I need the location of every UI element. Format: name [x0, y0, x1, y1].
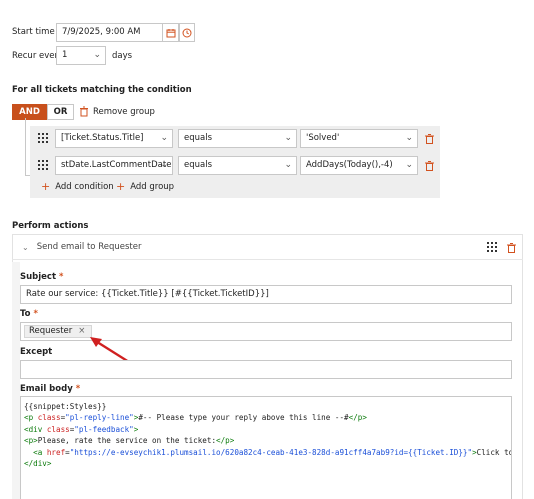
condition-value: AddDays(Today(),-4)	[306, 160, 393, 170]
start-time-input[interactable]: 7/9/2025, 9:00 AM	[56, 23, 163, 42]
to-label: To *	[20, 309, 38, 319]
recur-interval-select[interactable]: 1 ⌄	[56, 46, 106, 65]
email-body-label-text: Email body	[20, 384, 73, 394]
condition-value: 'Solved'	[306, 133, 340, 143]
remove-group-button[interactable]: Remove group	[79, 106, 155, 117]
code-line: <p class="pl-reply-line">#-- Please type…	[24, 413, 367, 423]
chevron-down-icon: ⌄	[93, 50, 101, 60]
chevron-down-icon: ⌄	[405, 133, 413, 143]
required-mark: *	[59, 272, 64, 282]
drag-handle-icon[interactable]	[487, 242, 497, 252]
required-mark: *	[75, 384, 81, 394]
code-line: {{snippet:Styles}}	[24, 402, 107, 411]
condition-operator-select[interactable]: equals ⌄	[178, 156, 297, 175]
action-collapse-toggle[interactable]: ⌄ Send email to Requester	[22, 242, 141, 252]
chevron-down-icon: ⌄	[284, 133, 292, 143]
except-label: Except	[20, 347, 53, 357]
recipient-chip[interactable]: Requester ×	[24, 325, 93, 338]
action-title: Send email to Requester	[36, 242, 142, 252]
remove-group-label: Remove group	[93, 106, 155, 117]
condition-field-select[interactable]: stDate.LastCommentDate] ⌄	[55, 156, 173, 175]
group-connector	[25, 118, 26, 175]
add-group-label: Add group	[130, 182, 175, 192]
chevron-down-icon: ⌄	[160, 133, 168, 143]
to-label-text: To	[20, 309, 31, 319]
subject-label-text: Subject	[20, 272, 57, 282]
except-input[interactable]	[20, 360, 512, 379]
code-line: <p>Please, rate the service on the ticke…	[24, 436, 235, 446]
chevron-down-icon: ⌄	[284, 160, 292, 170]
code-line: <div class="pl-feedback">	[24, 424, 139, 434]
condition-field-value: stDate.LastCommentDate]	[61, 160, 173, 170]
condition-operator-value: equals	[184, 133, 213, 143]
plus-icon: +	[41, 180, 51, 193]
recipient-chip-label: Requester	[29, 326, 73, 336]
add-group-button[interactable]: + Add group	[116, 180, 175, 193]
chevron-down-icon: ⌄	[160, 160, 168, 170]
code-line: </div>	[24, 459, 52, 469]
chevron-down-icon: ⌄	[405, 160, 413, 170]
condition-operator-select[interactable]: equals ⌄	[178, 129, 297, 148]
action-divider	[12, 259, 523, 260]
delete-condition-icon[interactable]	[424, 160, 435, 172]
condition-field-select[interactable]: [Ticket.Status.Title] ⌄	[55, 129, 173, 148]
conditions-heading: For all tickets matching the condition	[12, 85, 192, 95]
actions-heading: Perform actions	[12, 221, 89, 231]
condition-value-select[interactable]: AddDays(Today(),-4) ⌄	[300, 156, 418, 175]
code-line: <a href="https://e-evseychik1.plumsail.i…	[24, 447, 511, 457]
condition-operator-value: equals	[184, 160, 213, 170]
condition-field-value: [Ticket.Status.Title]	[61, 133, 144, 143]
required-mark: *	[33, 309, 38, 319]
subject-label: Subject *	[20, 272, 63, 282]
email-body-label: Email body *	[20, 384, 80, 394]
or-button[interactable]: OR	[47, 104, 74, 120]
plus-icon: +	[116, 180, 126, 193]
close-icon[interactable]: ×	[78, 326, 85, 336]
start-time-label: Start time	[12, 27, 55, 37]
delete-condition-icon[interactable]	[424, 133, 435, 145]
drag-handle-icon[interactable]	[38, 133, 48, 143]
trash-icon	[80, 106, 88, 117]
recur-unit-label: days	[112, 51, 133, 61]
delete-action-icon[interactable]	[506, 242, 517, 254]
add-condition-label: Add condition	[55, 182, 114, 192]
drag-handle-icon[interactable]	[38, 160, 48, 170]
condition-value-select[interactable]: 'Solved' ⌄	[300, 129, 418, 148]
subject-input[interactable]: Rate our service: {{Ticket.Title}} [#{{T…	[20, 285, 512, 304]
clock-icon[interactable]	[179, 23, 195, 42]
chevron-down-icon: ⌄	[22, 242, 29, 252]
recur-value: 1	[62, 50, 68, 60]
email-body-editor[interactable]: {{snippet:Styles}} <p class="pl-reply-li…	[20, 396, 512, 499]
calendar-icon[interactable]	[163, 23, 179, 42]
add-condition-button[interactable]: + Add condition	[41, 180, 114, 193]
and-button[interactable]: AND	[12, 104, 47, 120]
